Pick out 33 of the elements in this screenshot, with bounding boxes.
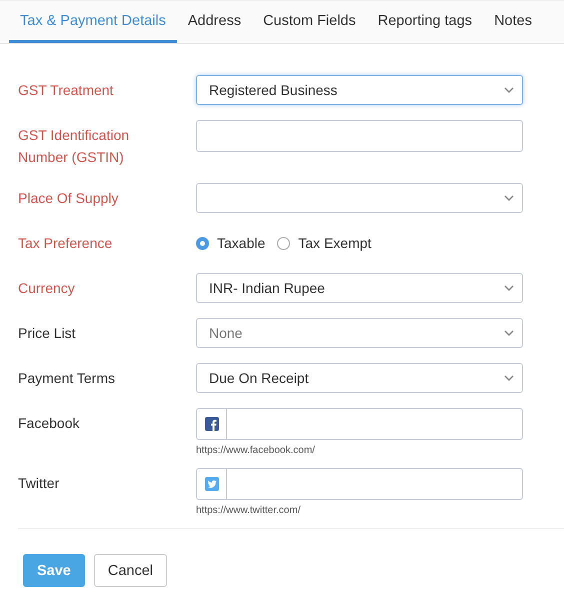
field-label: Price List bbox=[17, 324, 77, 343]
facebook-icon bbox=[204, 417, 218, 431]
input-field[interactable] bbox=[196, 408, 523, 440]
tab[interactable]: Address bbox=[176, 1, 252, 43]
radio-option[interactable]: Taxable bbox=[196, 235, 266, 251]
url-hint: https://www.twitter.com/ bbox=[196, 505, 300, 516]
field-label: Payment Terms bbox=[17, 369, 116, 388]
tab[interactable]: Notes bbox=[483, 1, 543, 43]
input-field[interactable] bbox=[196, 468, 523, 500]
chevron-down-icon bbox=[504, 375, 514, 381]
twitter-bird-icon bbox=[204, 477, 218, 491]
dropdown[interactable]: Due On Receipt bbox=[196, 363, 523, 393]
field-label: Tax Preference bbox=[17, 234, 114, 253]
tab[interactable]: Reporting tags bbox=[366, 1, 484, 43]
field-label: Facebook bbox=[17, 414, 80, 433]
radio-option[interactable]: Tax Exempt bbox=[277, 235, 372, 251]
dropdown[interactable]: None bbox=[196, 318, 523, 348]
url-hint: https://www.facebook.com/ bbox=[196, 445, 315, 456]
cancel-button[interactable]: Cancel bbox=[94, 554, 168, 587]
chevron-down-icon bbox=[504, 285, 514, 291]
field-label: GST Treatment bbox=[17, 81, 114, 100]
chevron-down-icon bbox=[504, 195, 514, 201]
field-label: Currency bbox=[17, 279, 76, 298]
field-label: GST Identification Number (GSTIN) bbox=[17, 126, 130, 167]
dropdown[interactable]: Registered Business bbox=[196, 75, 523, 105]
dropdown[interactable] bbox=[196, 183, 523, 213]
tab[interactable]: Custom Fields bbox=[252, 1, 367, 43]
field-label: Twitter bbox=[17, 474, 60, 493]
dropdown[interactable]: INR- Indian Rupee bbox=[196, 273, 523, 303]
chevron-down-icon bbox=[504, 87, 514, 93]
chevron-down-icon bbox=[504, 330, 514, 336]
input-field[interactable] bbox=[196, 120, 523, 152]
field-label: Place Of Supply bbox=[17, 189, 120, 208]
